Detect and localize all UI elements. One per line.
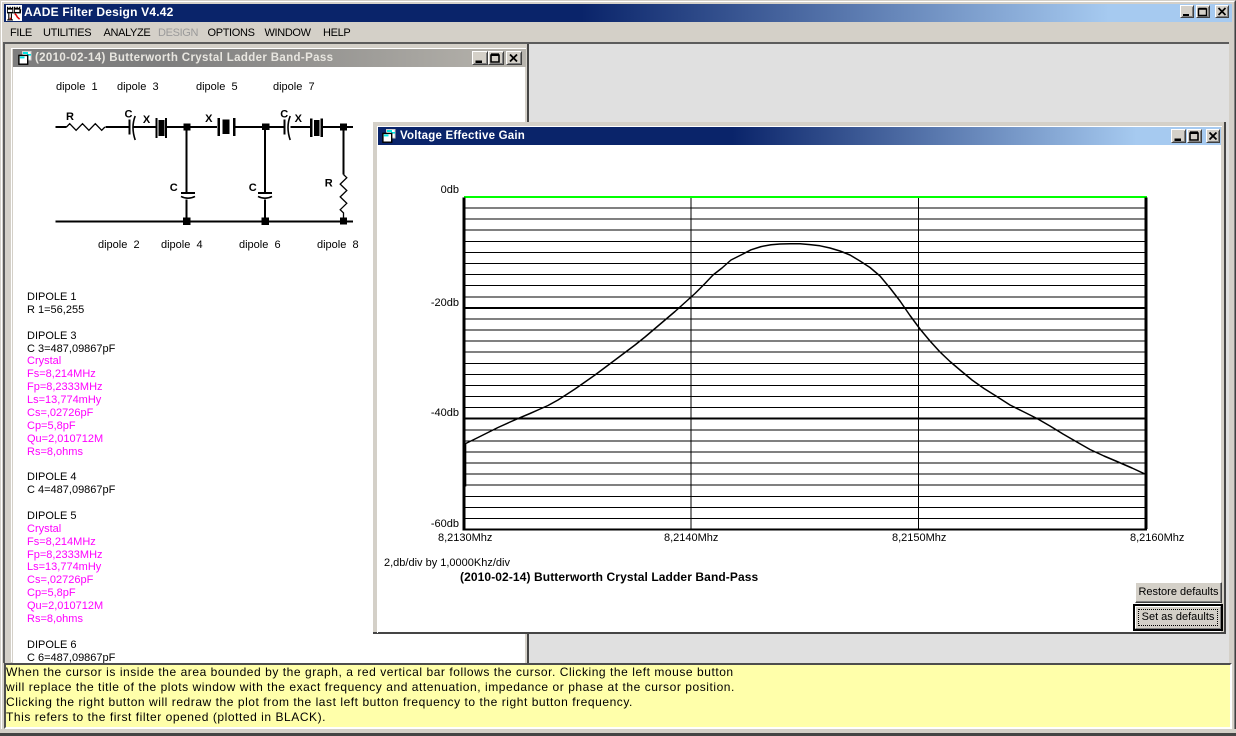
svg-text:dipole 3: dipole 3	[117, 81, 159, 93]
svg-text:dipole 2: dipole 2	[98, 239, 140, 251]
svg-text:C: C	[280, 109, 288, 121]
svg-text:C: C	[249, 182, 257, 194]
svg-text:dipole 1: dipole 1	[56, 81, 98, 93]
svg-text:X: X	[205, 113, 213, 125]
svg-text:dipole 4: dipole 4	[161, 239, 203, 251]
svg-text:C: C	[125, 109, 133, 121]
svg-text:dipole 6: dipole 6	[239, 239, 281, 251]
svg-text:R: R	[66, 111, 74, 123]
svg-text:C: C	[170, 182, 178, 194]
svg-text:X: X	[295, 113, 303, 125]
svg-text:R: R	[325, 178, 333, 190]
svg-text:X: X	[143, 114, 151, 126]
svg-text:dipole 8: dipole 8	[317, 239, 359, 251]
svg-text:dipole 7: dipole 7	[273, 81, 315, 93]
svg-text:dipole 5: dipole 5	[196, 81, 238, 93]
